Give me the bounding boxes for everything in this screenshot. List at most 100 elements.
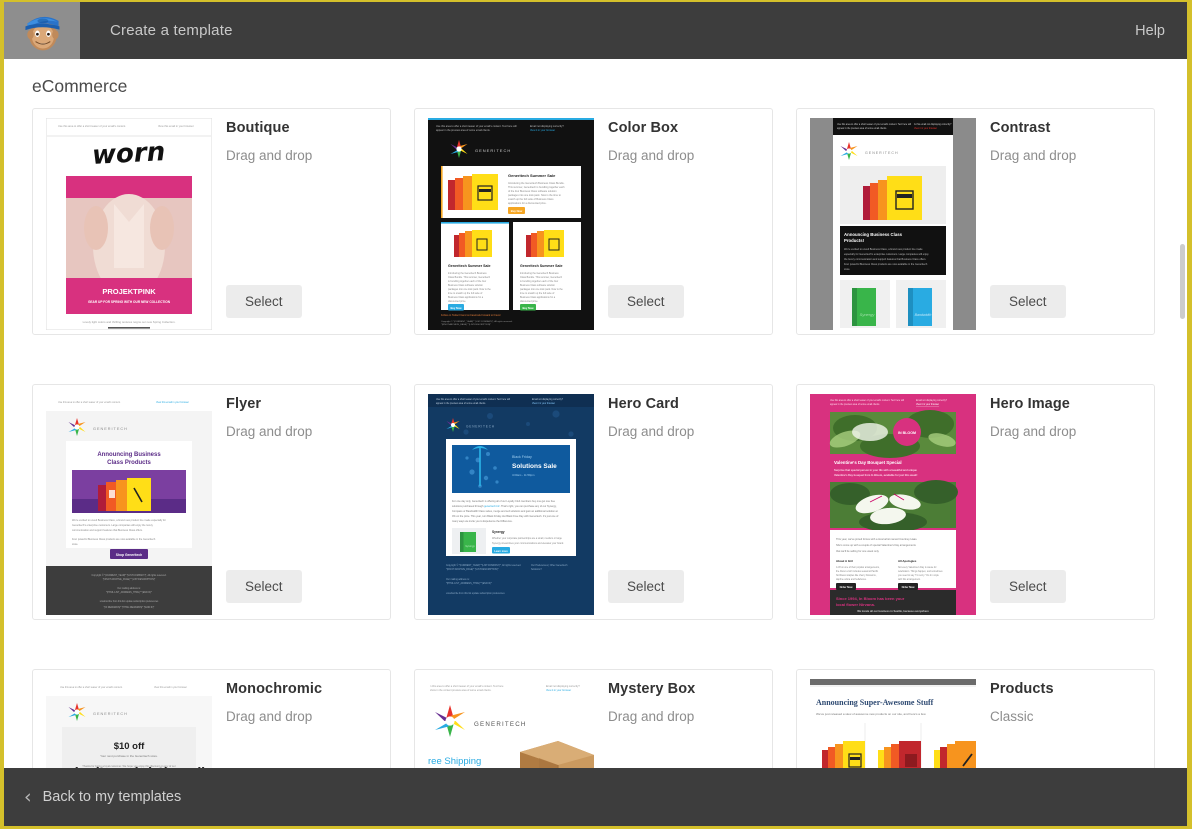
template-name: Boutique — [226, 120, 290, 136]
template-thumbnail-boutique[interactable]: Use this area to offer a short teaser of… — [46, 118, 212, 330]
svg-text:Copyright © *|CURRENT_YEAR|* *: Copyright © *|CURRENT_YEAR|* *|LIST:COMP… — [446, 564, 521, 567]
svg-text:unsubscribe from this list u: unsubscribe from this list update subscr… — [446, 592, 505, 595]
svg-text:store.: store. — [844, 268, 851, 271]
select-button[interactable]: Select — [608, 570, 684, 603]
svg-text:the About a Girl includes seas: the About a Girl includes seasonal Pacif… — [836, 570, 879, 573]
template-card-boutique[interactable]: Use this area to offer a short teaser of… — [32, 108, 391, 335]
template-card-color-box[interactable]: Use this area to offer a short teaser of… — [414, 108, 773, 335]
svg-text:Buy Now: Buy Now — [522, 306, 534, 310]
svg-text:Lovely light colors and thrill: Lovely light colors and thrilling textur… — [83, 320, 176, 324]
svg-text:Bandwidth: Bandwidth — [915, 313, 932, 317]
svg-text:Announcing Super-Awesome Stuff: Announcing Super-Awesome Stuff — [816, 698, 934, 707]
svg-text:Generitech Summer Sale: Generitech Summer Sale — [448, 264, 491, 268]
svg-text:PROJEKTPINK: PROJEKTPINK — [102, 287, 156, 296]
svg-text:Business Class software soluti: Business Class software solution — [520, 284, 556, 287]
scrollbar-thumb[interactable] — [1180, 244, 1185, 319]
svg-text:is bundling together each of t: is bundling together each of the four — [448, 280, 486, 283]
template-thumbnail-hero-image[interactable]: Use this area to offer a short teaser of… — [810, 394, 976, 615]
svg-text:Introducing the Generitech Bus: Introducing the Generitech Business Clas… — [508, 182, 565, 185]
back-link-label: Back to my templates — [42, 789, 182, 805]
svg-text:snatch up the full suite of Bu: snatch up the full suite of Business Cla… — [508, 198, 554, 201]
svg-text:We're excited to unveil Busine: We're excited to unveil Business Class, … — [72, 519, 166, 522]
svg-text:*|IFNOT:ARCHIVE_PAGE|* *|LIST:: *|IFNOT:ARCHIVE_PAGE|* *|LIST:DESCRIPTIO… — [441, 323, 491, 326]
svg-text:of the four Business Class sof: of the four Business Class software solu… — [508, 190, 557, 193]
svg-text:Our mailing address is:: Our mailing address is: — [446, 578, 470, 581]
svg-text:many ways we invite you to Exp: many ways we invite you to Experience th… — [452, 520, 513, 523]
vertical-scrollbar[interactable] — [1178, 116, 1187, 826]
svg-text:packages into one look pack. N: packages into one look pack. Now is the … — [508, 194, 561, 197]
chevron-left-icon: ‹ — [24, 785, 32, 808]
svg-text:Shop Generitech: Shop Generitech — [116, 553, 142, 557]
svg-text:Announcing Business: Announcing Business — [97, 452, 161, 458]
svg-text:packages into one look pack. N: packages into one look pack. Now is the — [448, 288, 491, 291]
template-name: Hero Image — [990, 396, 1070, 412]
svg-text:Four powerful Business Class p: Four powerful Business Class products ar… — [844, 263, 928, 266]
svg-text:is bundling together each of t: is bundling together each of the four — [520, 280, 558, 283]
select-button[interactable]: Select — [990, 570, 1066, 603]
template-name: Hero Card — [608, 396, 679, 412]
select-button[interactable]: Select — [226, 285, 302, 318]
svg-text:View it in your browser: View it in your browser — [530, 129, 555, 132]
svg-text:About A Girl: About A Girl — [836, 559, 853, 563]
svg-text:She's come up with a couple of: She's come up with a couple of special V… — [836, 543, 917, 547]
svg-text:Northwest staples like cherry: Northwest staples like cherry blossoms, — [836, 574, 877, 577]
template-type: Drag and drop — [226, 424, 313, 439]
svg-text:View this email in your browse: View this email in your browser — [154, 686, 187, 689]
back-to-my-templates-link[interactable]: ‹ Back to my templates — [24, 785, 182, 808]
svg-text:Buy Now: Buy Now — [511, 209, 523, 213]
template-type: Drag and drop — [226, 709, 313, 724]
svg-text:Buy Now: Buy Now — [450, 306, 462, 310]
svg-text:Our Preferences | Other Generi: Our Preferences | Other Generitech — [531, 564, 568, 567]
svg-text:This summer, Generitech is bun: This summer, Generitech is bundling toge… — [508, 186, 565, 189]
template-card-hero-image[interactable]: Use this area to offer a short teaser of… — [796, 384, 1155, 620]
svg-text:Copyright © *|CURRENT_YEAR|* *: Copyright © *|CURRENT_YEAR|* *|LIST:COMP… — [441, 320, 513, 323]
svg-text:daphne odora and hellebores.: daphne odora and hellebores. — [836, 578, 867, 581]
svg-text:Order Now: Order Now — [840, 586, 853, 589]
template-thumbnail-flyer[interactable]: Use this area to offer a short teaser of… — [46, 394, 212, 615]
svg-text:time to snatch up the full sui: time to snatch up the full suite of — [520, 292, 555, 295]
select-button[interactable]: Select — [990, 285, 1066, 318]
template-card-hero-card[interactable]: Use this area to offer a short teaser of… — [414, 384, 773, 620]
template-card-flyer[interactable]: Use this area to offer a short teaser of… — [32, 384, 391, 620]
svg-text:*|IFNOT:ARCHIVE_PAGE|* *|LIST:: *|IFNOT:ARCHIVE_PAGE|* *|LIST:DESCRIPTIO… — [103, 578, 156, 581]
svg-text:packages into one look pack. N: packages into one look pack. Now is the — [520, 288, 563, 291]
template-meta: Hero Card Drag and drop Select — [594, 385, 772, 619]
template-name: Monochromic — [226, 681, 323, 697]
svg-text:For one day only, Generitech i: For one day only, Generitech is offering… — [452, 500, 556, 503]
svg-text:Class Bundle. This summer, Gen: Class Bundle. This summer, Generitech — [520, 276, 563, 279]
template-card-contrast[interactable]: Use this area to offer a short teaser of… — [796, 108, 1155, 335]
template-thumbnail-contrast[interactable]: Use this area to offer a short teaser of… — [810, 118, 976, 330]
template-thumbnail-color-box[interactable]: Use this area to offer a short teaser of… — [428, 118, 594, 330]
svg-text:Announcing Business Class: Announcing Business Class — [844, 232, 903, 237]
top-header-bar: Create a template Help — [4, 2, 1187, 59]
svg-text:Use this area to offer a short: Use this area to offer a short teaser of… — [436, 125, 517, 128]
svg-text:applications for a discounted: applications for a discounted price. — [508, 202, 547, 205]
svg-text:GENERITECH: GENERITECH — [93, 712, 128, 716]
svg-text:show in the content preview ar: show in the content preview area of some… — [430, 689, 492, 692]
svg-text:Use this area to offer a short: Use this area to offer a short teaser of… — [837, 123, 912, 126]
template-meta: Color Box Drag and drop Select — [594, 109, 772, 334]
select-button[interactable]: Select — [226, 570, 302, 603]
svg-text:Order Now: Order Now — [902, 586, 915, 589]
svg-text:*|IFNOT:ARCHIVE_PAGE|* *|LIST:: *|IFNOT:ARCHIVE_PAGE|* *|LIST:DESCRIPTIO… — [446, 568, 499, 571]
mailchimp-logo-tile[interactable] — [4, 2, 80, 59]
select-button[interactable]: Select — [608, 285, 684, 318]
svg-text:$10 off: $10 off — [114, 741, 145, 752]
svg-text:GEAR UP FOR SPRING WITH OUR NE: GEAR UP FOR SPRING WITH OUR NEW COLLECTI… — [88, 300, 171, 304]
mailchimp-freddie-icon — [25, 16, 60, 50]
svg-text:Is this email not displaying c: Is this email not displaying correctly? — [914, 123, 952, 126]
svg-text:A riff on one of their popular: A riff on one of their popular arrangeme… — [836, 566, 880, 569]
help-link[interactable]: Help — [1135, 23, 1165, 39]
svg-text:Business Class software soluti: Business Class software solution — [448, 284, 484, 287]
template-name: Color Box — [608, 120, 679, 136]
svg-text:We're excited to unveil Busine: We're excited to unveil Business Class, … — [844, 248, 923, 251]
svg-text:Introducing the Generitech Bus: Introducing the Generitech Business — [520, 272, 559, 275]
svg-text:Surprise that special person i: Surprise that special person in your lif… — [834, 468, 917, 472]
svg-text:IN BLOOM: IN BLOOM — [898, 431, 916, 435]
svg-text:Email not displaying correctly: Email not displaying correctly? — [530, 125, 564, 128]
template-meta: Boutique Drag and drop Select — [212, 109, 390, 334]
svg-text:GENERITECH: GENERITECH — [475, 148, 511, 153]
svg-text:discounted price.: discounted price. — [448, 300, 466, 303]
svg-text:the luxury communication and s: the luxury communication and support fea… — [844, 258, 927, 261]
template-thumbnail-hero-card[interactable]: Use this area to offer a short teaser of… — [428, 394, 594, 615]
